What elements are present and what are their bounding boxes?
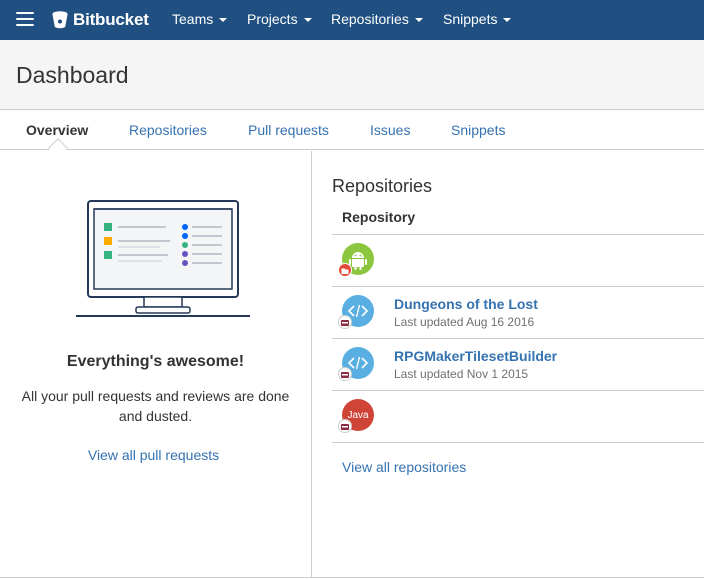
table-row[interactable]: RPGMakerTilesetBuilder Last updated Nov … xyxy=(332,339,704,391)
chevron-down-icon xyxy=(303,17,312,22)
tab-pull-requests[interactable]: Pull requests xyxy=(248,122,329,138)
tab-issues[interactable]: Issues xyxy=(370,122,410,138)
nav-snippets-label: Snippets xyxy=(443,11,498,27)
pull-requests-panel: Everything's awesome! All your pull requ… xyxy=(0,151,311,577)
owner-avatar-icon xyxy=(338,315,352,329)
nav-projects[interactable]: Projects xyxy=(247,11,312,27)
bitbucket-logo[interactable]: Bitbucket xyxy=(52,8,149,32)
repo-name-link[interactable]: RPGMakerTilesetBuilder xyxy=(394,348,557,364)
menu-icon[interactable] xyxy=(16,12,34,27)
owner-avatar-icon xyxy=(338,419,352,433)
folder-icon xyxy=(338,263,352,277)
tab-snippets[interactable]: Snippets xyxy=(451,122,505,138)
monitor-illustration xyxy=(76,200,250,317)
view-all-repositories-link[interactable]: View all repositories xyxy=(342,459,466,475)
nav-repositories[interactable]: Repositories xyxy=(331,11,423,27)
repositories-heading: Repositories xyxy=(332,176,433,196)
java-label: Java xyxy=(347,409,369,421)
chevron-down-icon xyxy=(503,17,512,22)
repo-last-updated: Last updated Aug 16 2016 xyxy=(394,315,535,329)
chevron-down-icon xyxy=(219,17,228,22)
table-row[interactable] xyxy=(332,235,704,287)
repository-column-header: Repository xyxy=(342,209,416,225)
empty-state-text: All your pull requests and reviews are d… xyxy=(21,388,290,424)
nav-repositories-label: Repositories xyxy=(331,11,409,27)
page-bottom-border xyxy=(0,577,704,578)
divider xyxy=(332,442,704,443)
view-all-pull-requests-link[interactable]: View all pull requests xyxy=(0,447,307,463)
bitbucket-bucket-icon xyxy=(52,11,68,29)
chevron-down-icon xyxy=(414,17,423,22)
page-title: Dashboard xyxy=(16,62,129,88)
nav-projects-label: Projects xyxy=(247,11,298,27)
table-row[interactable]: Dungeons of the Lost Last updated Aug 16… xyxy=(332,287,704,339)
repositories-panel: Repositories Repository Dungeons of the … xyxy=(312,151,704,577)
table-row[interactable]: Java xyxy=(332,391,704,443)
owner-avatar-icon xyxy=(338,367,352,381)
tab-overview[interactable]: Overview xyxy=(26,122,88,138)
top-navigation: Bitbucket Teams Projects Repositories Sn… xyxy=(0,0,704,40)
tab-bar: Overview Repositories Pull requests Issu… xyxy=(0,110,704,150)
repo-last-updated: Last updated Nov 1 2015 xyxy=(394,367,529,381)
empty-state-title: Everything's awesome! xyxy=(66,353,245,370)
nav-teams[interactable]: Teams xyxy=(172,11,228,27)
tab-repositories[interactable]: Repositories xyxy=(129,122,207,138)
repo-name-link[interactable]: Dungeons of the Lost xyxy=(394,296,538,312)
page-header: Dashboard xyxy=(0,40,704,110)
logo-text: Bitbucket xyxy=(73,10,149,29)
nav-teams-label: Teams xyxy=(172,11,214,27)
nav-snippets[interactable]: Snippets xyxy=(443,11,512,27)
